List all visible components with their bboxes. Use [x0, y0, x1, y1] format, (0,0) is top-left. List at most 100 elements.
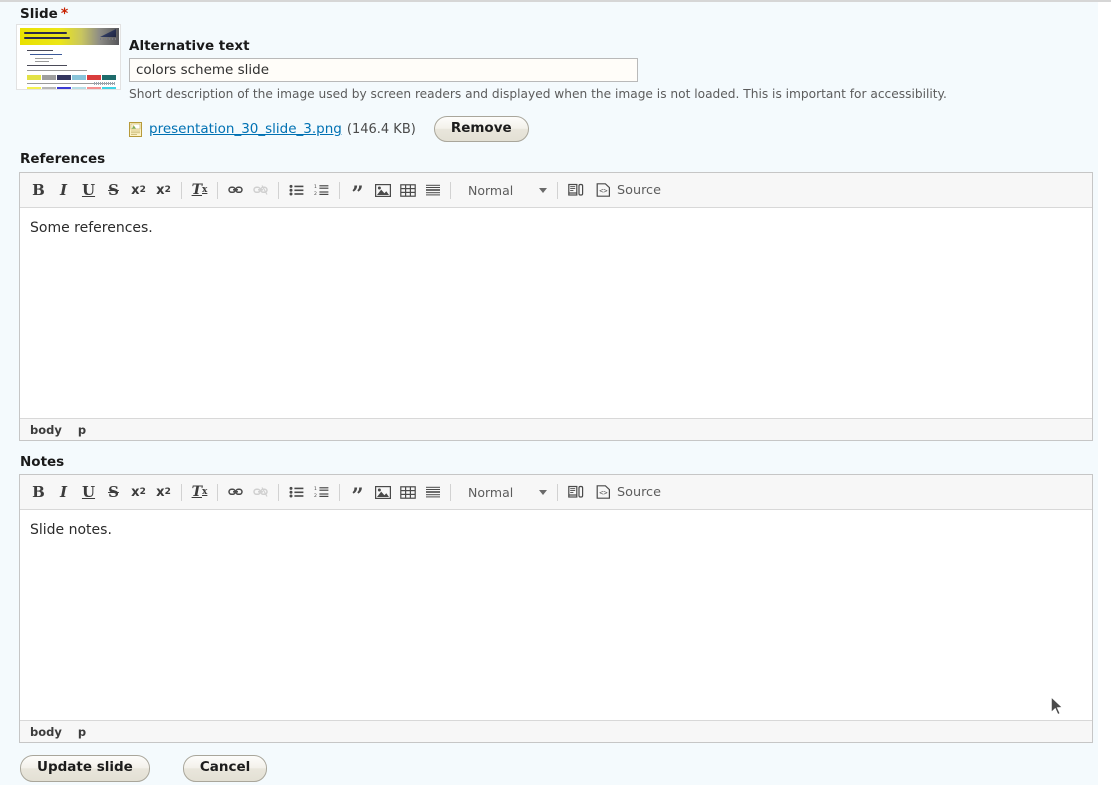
- thumbnail-swatch: [57, 75, 71, 80]
- subscript-icon[interactable]: x2: [152, 481, 175, 503]
- svg-text:1: 1: [314, 184, 317, 190]
- image-icon[interactable]: [371, 481, 394, 503]
- references-toolbar: B I U S x2 x2 Tx 12 ” Normal <> Source: [20, 173, 1092, 208]
- toolbar-separator: [557, 483, 558, 501]
- notes-toolbar: B I U S x2 x2 Tx 12 ” Normal <> Source: [20, 475, 1092, 510]
- unlink-icon: [249, 179, 272, 201]
- bold-icon[interactable]: B: [27, 179, 50, 201]
- thumbnail-footer-mark: [94, 82, 116, 85]
- toolbar-separator: [278, 483, 279, 501]
- thumbnail-title-line-2: [24, 37, 70, 39]
- source-icon: <>: [596, 183, 610, 197]
- underline-icon[interactable]: U: [77, 481, 100, 503]
- thumbnail-text-line: [27, 50, 53, 51]
- notes-content-area[interactable]: Slide notes.: [20, 510, 1092, 720]
- svg-text:2: 2: [314, 493, 317, 498]
- alternative-text-input[interactable]: [129, 58, 638, 82]
- thumbnail-text-line: [30, 54, 62, 55]
- source-button[interactable]: <> Source: [591, 481, 666, 503]
- subscript-icon[interactable]: x2: [152, 179, 175, 201]
- unlink-icon: [249, 481, 272, 503]
- svg-text:<>: <>: [599, 187, 607, 195]
- notes-label: Notes: [20, 454, 65, 470]
- numbered-list-icon[interactable]: 12: [310, 481, 333, 503]
- references-paragraph: Some references.: [30, 220, 153, 236]
- paragraph-format-value: Normal: [468, 484, 514, 500]
- superscript-icon[interactable]: x2: [127, 179, 150, 201]
- uploaded-file-link[interactable]: presentation_30_slide_3.png: [149, 121, 342, 137]
- form-actions: Update slide Cancel: [20, 755, 268, 782]
- toolbar-separator: [181, 483, 182, 501]
- paragraph-format-value: Normal: [468, 182, 514, 198]
- horizontal-rule-icon[interactable]: [421, 179, 444, 201]
- bold-icon[interactable]: B: [27, 481, 50, 503]
- strikethrough-icon[interactable]: S: [102, 179, 125, 201]
- thumbnail-swatch: [57, 87, 71, 89]
- slide-thumbnail[interactable]: [16, 24, 121, 90]
- uploaded-file-size: (146.4 KB): [346, 121, 416, 137]
- numbered-list-icon[interactable]: 12: [310, 179, 333, 201]
- svg-text:2: 2: [314, 191, 317, 196]
- uploaded-file-row: presentation_30_slide_3.png (146.4 KB) R…: [129, 115, 529, 143]
- chevron-down-icon: [539, 187, 547, 193]
- table-icon[interactable]: [396, 481, 419, 503]
- notes-elements-path: body p: [20, 720, 1092, 742]
- references-elements-path: body p: [20, 418, 1092, 440]
- elements-path-body[interactable]: body: [30, 725, 62, 739]
- cancel-button[interactable]: Cancel: [182, 755, 268, 782]
- remove-format-icon[interactable]: Tx: [188, 481, 211, 503]
- image-icon[interactable]: [371, 179, 394, 201]
- blockquote-icon[interactable]: ”: [346, 175, 369, 205]
- thumbnail-swatch: [42, 87, 56, 89]
- source-icon: <>: [596, 485, 610, 499]
- underline-icon[interactable]: U: [77, 179, 100, 201]
- link-icon[interactable]: [224, 179, 247, 201]
- thumbnail-swatch: [72, 75, 86, 80]
- elements-path-body[interactable]: body: [30, 423, 62, 437]
- toolbar-separator: [181, 181, 182, 199]
- bulleted-list-icon[interactable]: [285, 179, 308, 201]
- thumbnail-swatch: [87, 75, 101, 80]
- toolbar-separator: [278, 181, 279, 199]
- blockquote-icon[interactable]: ”: [346, 477, 369, 507]
- horizontal-rule-icon[interactable]: [421, 481, 444, 503]
- toolbar-separator: [217, 181, 218, 199]
- elements-path-p[interactable]: p: [78, 725, 86, 739]
- required-asterisk: *: [60, 6, 69, 22]
- thumbnail-text-line: [27, 65, 67, 66]
- italic-icon[interactable]: I: [52, 179, 75, 201]
- paragraph-format-select[interactable]: Normal: [460, 481, 552, 504]
- bulleted-list-icon[interactable]: [285, 481, 308, 503]
- remove-format-icon[interactable]: Tx: [188, 179, 211, 201]
- chevron-down-icon: [539, 489, 547, 495]
- table-icon[interactable]: [396, 179, 419, 201]
- thumbnail-swatch: [102, 87, 116, 89]
- alternative-text-label: Alternative text: [129, 38, 250, 54]
- elements-path-p[interactable]: p: [78, 423, 86, 437]
- slide-label-text: Slide: [20, 6, 58, 22]
- remove-file-button[interactable]: Remove: [433, 115, 529, 143]
- references-editor: B I U S x2 x2 Tx 12 ” Normal <> Source S…: [19, 172, 1093, 441]
- templates-icon[interactable]: [564, 481, 587, 503]
- templates-icon[interactable]: [564, 179, 587, 201]
- superscript-icon[interactable]: x2: [127, 481, 150, 503]
- svg-text:1: 1: [314, 486, 317, 492]
- toolbar-separator: [217, 483, 218, 501]
- italic-icon[interactable]: I: [52, 481, 75, 503]
- page-right-margin: [1098, 0, 1111, 785]
- thumbnail-swatch: [42, 75, 56, 80]
- toolbar-separator: [339, 181, 340, 199]
- paragraph-format-select[interactable]: Normal: [460, 179, 552, 202]
- thumbnail-text-line: [27, 70, 87, 71]
- thumbnail-text-line: [35, 61, 49, 62]
- thumbnail-title-line-1: [24, 32, 67, 34]
- strikethrough-icon[interactable]: S: [102, 481, 125, 503]
- toolbar-separator: [557, 181, 558, 199]
- source-button[interactable]: <> Source: [591, 179, 666, 201]
- link-icon[interactable]: [224, 481, 247, 503]
- thumbnail-swatch: [72, 87, 86, 89]
- file-image-icon: [129, 121, 142, 137]
- update-slide-button[interactable]: Update slide: [20, 755, 150, 782]
- source-label: Source: [617, 182, 661, 198]
- references-content-area[interactable]: Some references.: [20, 208, 1092, 418]
